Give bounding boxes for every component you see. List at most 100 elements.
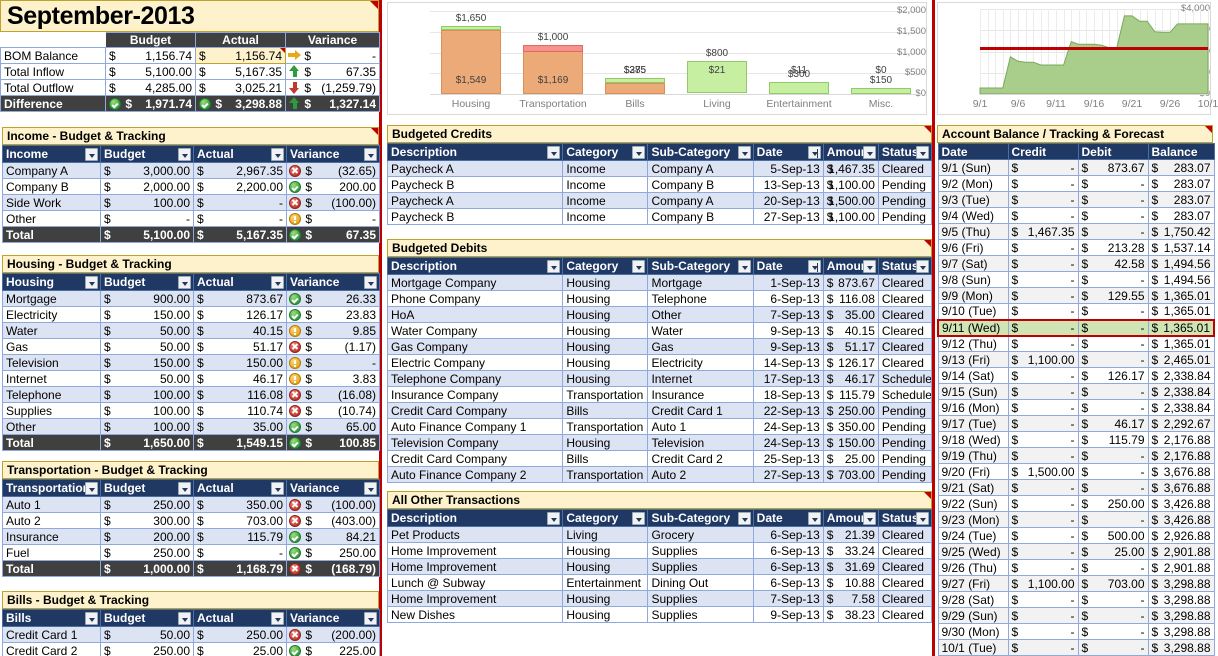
- income-col-1[interactable]: Budget: [100, 145, 194, 163]
- filter-dropdown-icon[interactable]: [737, 146, 751, 159]
- income-col-0[interactable]: Income: [2, 145, 101, 163]
- debits-col-5[interactable]: Status: [877, 257, 933, 275]
- filter-dropdown-icon[interactable]: [85, 482, 98, 495]
- credits-col-3[interactable]: Date: [752, 143, 824, 161]
- filter-dropdown-icon[interactable]: [632, 512, 646, 525]
- credits-col-5[interactable]: Status: [877, 143, 933, 161]
- balance-balance: $3,298.88: [1147, 607, 1215, 624]
- filter-dropdown-icon[interactable]: [178, 276, 191, 289]
- debits-col-4[interactable]: Amount: [822, 257, 879, 275]
- income-label: Company B: [2, 178, 101, 195]
- bar-bills[interactable]: $275: [605, 11, 665, 94]
- other-col-1[interactable]: Category: [562, 509, 649, 527]
- filter-dropdown-icon[interactable]: [916, 146, 929, 159]
- balance-row: 9/14 (Sat) $ - $126.17 $2,338.84: [937, 367, 1215, 384]
- summary-variance-cell: $ (1,259.79): [285, 79, 380, 96]
- summary-actual-cell: $1,156.74: [195, 47, 286, 64]
- housing-actual: $873.67: [193, 290, 287, 307]
- debits-col-0[interactable]: Description: [386, 257, 564, 275]
- other-col-0[interactable]: Description: [386, 509, 564, 527]
- housing-col-0[interactable]: Housing: [2, 273, 101, 291]
- filter-dropdown-icon[interactable]: [178, 612, 191, 625]
- income-col-2[interactable]: Actual: [193, 145, 287, 163]
- credits-col-0[interactable]: Description: [386, 143, 564, 161]
- other-col-5[interactable]: Status: [877, 509, 933, 527]
- debits-col-2[interactable]: Sub-Category: [647, 257, 754, 275]
- category-bar-chart[interactable]: $0$500$1,000$1,500$2,000$1,549$1,650Hous…: [387, 2, 927, 115]
- credits-category: Income: [562, 160, 649, 177]
- filter-dropdown-icon[interactable]: [807, 512, 821, 525]
- filter-dropdown-icon[interactable]: [807, 146, 821, 159]
- filter-dropdown-icon[interactable]: [632, 146, 646, 159]
- filter-dropdown-icon[interactable]: [364, 612, 377, 625]
- credits-col-1[interactable]: Category: [562, 143, 649, 161]
- other-col-3[interactable]: Date: [752, 509, 824, 527]
- transportation-table: Transportation Budget Actual Variance Auto 1…: [2, 479, 380, 577]
- filter-dropdown-icon[interactable]: [737, 260, 751, 273]
- debits-col-3[interactable]: Date: [752, 257, 824, 275]
- status-ok-icon: [289, 436, 301, 449]
- balance-row: 9/13 (Fri) $1,100.00 $ - $2,465.01: [937, 351, 1215, 368]
- filter-dropdown-icon[interactable]: [807, 260, 821, 273]
- bar-transportation[interactable]: $1,169: [523, 11, 583, 94]
- filter-dropdown-icon[interactable]: [85, 276, 98, 289]
- filter-dropdown-icon[interactable]: [364, 276, 377, 289]
- balance-forecast-chart[interactable]: $0$1,000$2,000$3,000$4,0009/19/69/119/16…: [937, 2, 1218, 115]
- housing-panel: Housing - Budget & Tracking Housing Budge…: [2, 255, 380, 451]
- debits-table-holder: Description Category Sub-Category Date Amoun…: [386, 257, 933, 483]
- bills-col-3[interactable]: Variance: [286, 609, 380, 627]
- filter-dropdown-icon[interactable]: [364, 148, 377, 161]
- credits-col-2[interactable]: Sub-Category: [647, 143, 754, 161]
- filter-dropdown-icon[interactable]: [547, 260, 561, 273]
- filter-dropdown-icon[interactable]: [85, 148, 98, 161]
- filter-dropdown-icon[interactable]: [916, 260, 929, 273]
- filter-dropdown-icon[interactable]: [178, 482, 191, 495]
- filter-dropdown-icon[interactable]: [916, 512, 929, 525]
- filter-dropdown-icon[interactable]: [271, 276, 284, 289]
- debits-col-1[interactable]: Category: [562, 257, 649, 275]
- income-variance: $ (32.65): [286, 162, 380, 179]
- credits-subcategory: Company A: [647, 192, 754, 209]
- other-row: Home Improvement Housing Supplies 6-Sep-13 $…: [386, 542, 933, 559]
- housing-actual: $116.08: [193, 386, 287, 403]
- balance-col-1: Credit: [1007, 143, 1079, 160]
- housing-col-2[interactable]: Actual: [193, 273, 287, 291]
- credits-col-4[interactable]: Amount: [822, 143, 879, 161]
- bar-entertainment[interactable]: $11: [769, 11, 829, 94]
- housing-variance: $26.33: [286, 290, 380, 307]
- filter-dropdown-icon[interactable]: [271, 148, 284, 161]
- housing-variance: $ -: [286, 354, 380, 371]
- filter-dropdown-icon[interactable]: [85, 612, 98, 625]
- housing-col-1[interactable]: Budget: [100, 273, 194, 291]
- all-other-transactions-panel: All Other Transactions Description Catego…: [386, 491, 933, 623]
- bills-col-2[interactable]: Actual: [193, 609, 287, 627]
- bills-col-0[interactable]: Bills: [2, 609, 101, 627]
- filter-dropdown-icon[interactable]: [547, 512, 561, 525]
- summary-row: Total Inflow $5,100.00 $5,167.35 $67.35: [0, 63, 380, 80]
- filter-dropdown-icon[interactable]: [364, 482, 377, 495]
- filter-dropdown-icon[interactable]: [632, 260, 646, 273]
- transportation-col-0[interactable]: Transportation: [2, 479, 101, 497]
- transportation-col-1[interactable]: Budget: [100, 479, 194, 497]
- filter-dropdown-icon[interactable]: [271, 482, 284, 495]
- other-col-4[interactable]: Amount: [822, 509, 879, 527]
- filter-dropdown-icon[interactable]: [178, 148, 191, 161]
- balance-debit: $129.55: [1077, 287, 1149, 304]
- filter-dropdown-icon[interactable]: [737, 512, 751, 525]
- other-col-2[interactable]: Sub-Category: [647, 509, 754, 527]
- transportation-row: Fuel $250.00 $ - $250.00: [2, 544, 380, 561]
- transportation-col-2[interactable]: Actual: [193, 479, 287, 497]
- filter-dropdown-icon[interactable]: [862, 512, 876, 525]
- filter-dropdown-icon[interactable]: [862, 146, 876, 159]
- filter-dropdown-icon[interactable]: [271, 612, 284, 625]
- income-budget: $3,000.00: [100, 162, 194, 179]
- filter-dropdown-icon[interactable]: [862, 260, 876, 273]
- income-col-3[interactable]: Variance: [286, 145, 380, 163]
- debits-date: 27-Sep-13: [752, 466, 824, 483]
- bills-col-1[interactable]: Budget: [100, 609, 194, 627]
- transportation-col-3[interactable]: Variance: [286, 479, 380, 497]
- housing-col-3[interactable]: Variance: [286, 273, 380, 291]
- balance-date: 9/20 (Fri): [937, 463, 1009, 480]
- balance-debit: $ -: [1077, 383, 1149, 400]
- filter-dropdown-icon[interactable]: [547, 146, 561, 159]
